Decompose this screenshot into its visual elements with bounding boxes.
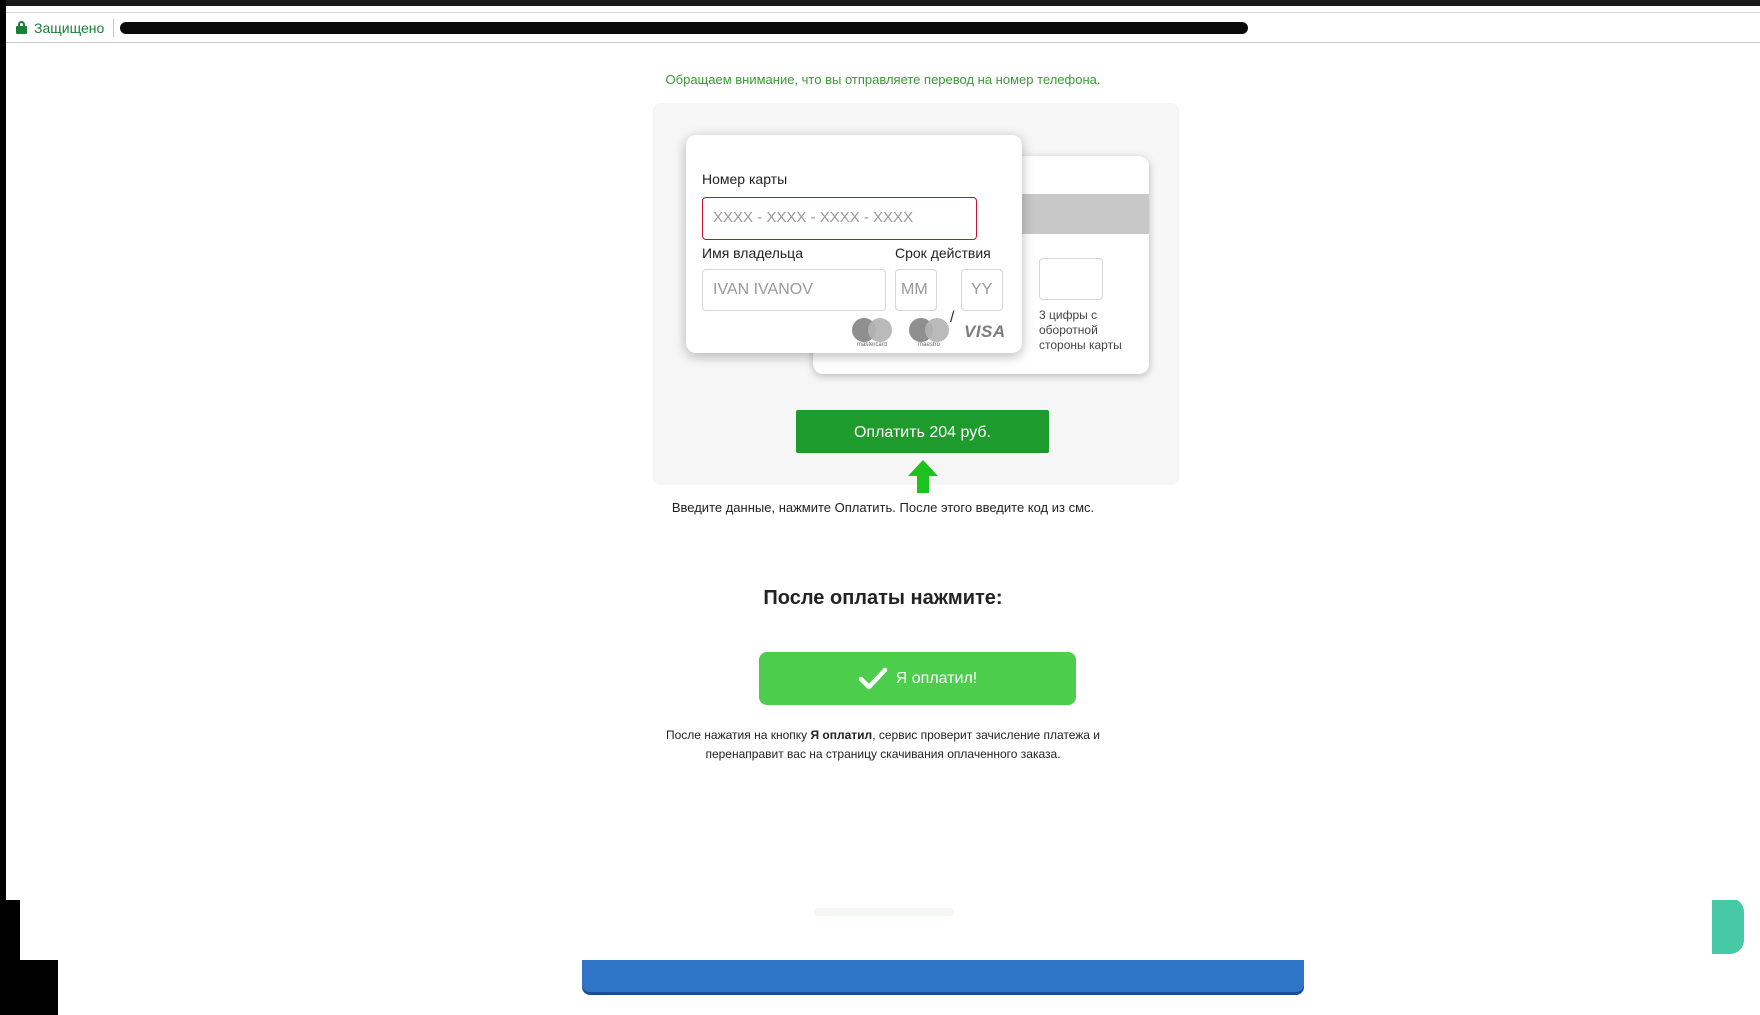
faint-strip [814,908,954,916]
phone-transfer-notice: Обращаем внимание, что вы отправляете пе… [665,72,1101,87]
cvv-hint: 3 цифры с оборотной стороны карты [1039,308,1122,352]
expiry-month-input[interactable]: MM [895,269,937,311]
secure-label: Защищено [34,18,115,37]
mastercard-logo: mastercard [850,318,894,348]
visa-logo: VISA [964,322,1006,341]
after-payment-title: После оплаты нажмите: [763,587,1003,609]
card-front: Номер карты XXXX - XXXX - XXXX - XXXX Им… [686,135,1022,353]
payment-instructions: Введите данные, нажмите Оплатить. После … [671,500,1095,515]
background-blue-button [582,955,1304,992]
arrow-up-icon [908,460,938,493]
after-payment-footnote: После нажатия на кнопку Я оплатил, серви… [665,728,1101,761]
checkmark-icon [858,667,887,689]
i-paid-button[interactable]: Я оплатил! [759,652,1076,705]
card-number-label: Номер карты [702,171,788,187]
card-brand-logos: mastercard maestro VISA [850,318,1006,348]
browser-window: Защищено Обращаем внимание, что вы отпра… [6,0,1760,916]
cvv-input[interactable] [1039,258,1103,300]
i-paid-label: Я оплатил! [895,669,978,687]
lock-icon [16,21,27,34]
holder-name-label: Имя владельца [702,245,803,261]
expiry-label: Срок действия [895,245,991,261]
pay-button[interactable]: Оплатить 204 руб. [796,410,1049,453]
address-bar[interactable]: Защищено [6,12,1760,43]
holder-name-input[interactable]: IVAN IVANOV [702,269,886,311]
maestro-logo: maestro [907,318,951,348]
card-number-input[interactable]: XXXX - XXXX - XXXX - XXXX [702,197,977,240]
background-teal-button [1712,898,1744,954]
url-redacted[interactable] [120,21,1249,34]
footnote-bold: Я оплатил [810,728,873,742]
expiry-year-input[interactable]: YY [961,269,1003,311]
payment-panel: 3 цифры с оборотной стороны карты Номер … [653,103,1179,493]
